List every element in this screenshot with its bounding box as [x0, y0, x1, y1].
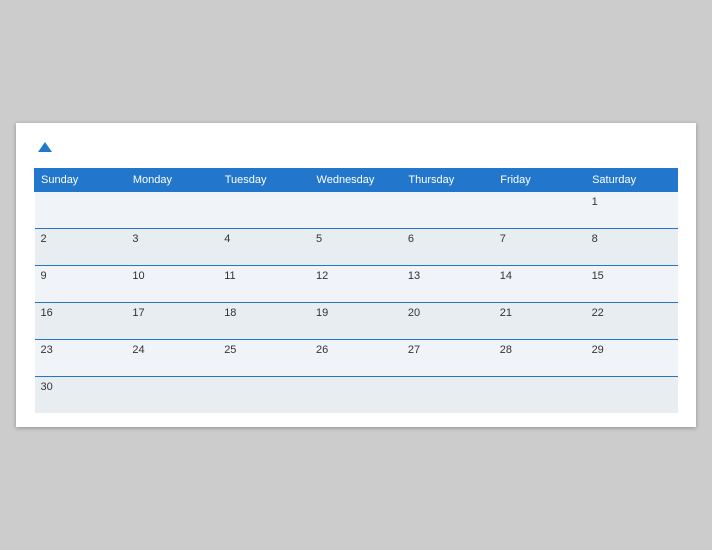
calendar-day-cell: 6 — [402, 229, 494, 266]
day-number: 3 — [132, 233, 138, 245]
calendar-day-cell: 13 — [402, 266, 494, 303]
day-number: 29 — [592, 344, 604, 356]
calendar-grid: SundayMondayTuesdayWednesdayThursdayFrid… — [34, 168, 678, 413]
calendar-body: 1234567891011121314151617181920212223242… — [35, 192, 678, 414]
calendar-day-cell — [35, 192, 127, 229]
logo — [34, 141, 52, 159]
day-number: 19 — [316, 307, 328, 319]
calendar-day-cell: 29 — [586, 340, 678, 377]
calendar-day-cell: 27 — [402, 340, 494, 377]
calendar-day-cell: 25 — [218, 340, 310, 377]
day-number: 17 — [132, 307, 144, 319]
calendar-day-cell: 23 — [35, 340, 127, 377]
day-number: 1 — [592, 196, 598, 208]
calendar-day-cell: 24 — [126, 340, 218, 377]
day-number: 14 — [500, 270, 512, 282]
calendar-day-cell: 30 — [35, 377, 127, 414]
calendar-day-cell: 28 — [494, 340, 586, 377]
calendar-day-cell: 18 — [218, 303, 310, 340]
day-number: 10 — [132, 270, 144, 282]
logo-triangle-icon — [38, 142, 52, 152]
calendar-header-row: SundayMondayTuesdayWednesdayThursdayFrid… — [35, 169, 678, 192]
day-number: 20 — [408, 307, 420, 319]
calendar-week-row: 16 17 18 19 20 21 22 — [35, 303, 678, 340]
calendar-day-cell: 12 — [310, 266, 402, 303]
weekday-header-sunday: Sunday — [35, 169, 127, 192]
day-number: 25 — [224, 344, 236, 356]
calendar-day-cell: 20 — [402, 303, 494, 340]
calendar-day-cell — [126, 192, 218, 229]
day-number: 27 — [408, 344, 420, 356]
weekday-header-friday: Friday — [494, 169, 586, 192]
calendar-week-row: 1 — [35, 192, 678, 229]
logo-general-text — [34, 141, 52, 159]
calendar-day-cell — [126, 377, 218, 414]
day-number: 22 — [592, 307, 604, 319]
day-number: 11 — [224, 270, 235, 282]
calendar-day-cell: 2 — [35, 229, 127, 266]
day-number: 28 — [500, 344, 512, 356]
calendar-week-row: 2 3 4 5 6 7 8 — [35, 229, 678, 266]
calendar-day-cell — [402, 192, 494, 229]
day-number: 9 — [41, 270, 47, 282]
weekday-header-saturday: Saturday — [586, 169, 678, 192]
calendar-day-cell: 16 — [35, 303, 127, 340]
calendar-day-cell: 26 — [310, 340, 402, 377]
weekday-header-monday: Monday — [126, 169, 218, 192]
day-number: 13 — [408, 270, 420, 282]
day-number: 4 — [224, 233, 230, 245]
day-number: 23 — [41, 344, 53, 356]
calendar-day-cell: 9 — [35, 266, 127, 303]
calendar-day-cell — [310, 192, 402, 229]
calendar-day-cell — [402, 377, 494, 414]
day-number: 6 — [408, 233, 414, 245]
calendar-day-cell: 15 — [586, 266, 678, 303]
calendar-day-cell: 22 — [586, 303, 678, 340]
day-number: 2 — [41, 233, 47, 245]
calendar-day-cell: 8 — [586, 229, 678, 266]
calendar-day-cell: 11 — [218, 266, 310, 303]
calendar-week-row: 23 24 25 26 27 28 29 — [35, 340, 678, 377]
day-number: 15 — [592, 270, 604, 282]
day-number: 21 — [500, 307, 512, 319]
calendar-day-cell — [218, 377, 310, 414]
day-number: 8 — [592, 233, 598, 245]
calendar-day-cell: 5 — [310, 229, 402, 266]
day-number: 7 — [500, 233, 506, 245]
day-number: 24 — [132, 344, 144, 356]
weekday-header-row: SundayMondayTuesdayWednesdayThursdayFrid… — [35, 169, 678, 192]
calendar-day-cell — [218, 192, 310, 229]
calendar-container: SundayMondayTuesdayWednesdayThursdayFrid… — [16, 123, 696, 428]
day-number: 18 — [224, 307, 236, 319]
calendar-day-cell — [310, 377, 402, 414]
calendar-day-cell: 1 — [586, 192, 678, 229]
day-number: 26 — [316, 344, 328, 356]
day-number: 16 — [41, 307, 53, 319]
calendar-week-row: 30 — [35, 377, 678, 414]
weekday-header-thursday: Thursday — [402, 169, 494, 192]
day-number: 12 — [316, 270, 328, 282]
weekday-header-wednesday: Wednesday — [310, 169, 402, 192]
calendar-day-cell: 3 — [126, 229, 218, 266]
calendar-day-cell — [494, 377, 586, 414]
calendar-day-cell: 7 — [494, 229, 586, 266]
calendar-day-cell: 19 — [310, 303, 402, 340]
day-number: 5 — [316, 233, 322, 245]
day-number: 30 — [41, 381, 53, 393]
calendar-header — [34, 141, 678, 159]
weekday-header-tuesday: Tuesday — [218, 169, 310, 192]
calendar-day-cell: 17 — [126, 303, 218, 340]
calendar-day-cell — [494, 192, 586, 229]
calendar-week-row: 9 10 11 12 13 14 15 — [35, 266, 678, 303]
calendar-day-cell: 21 — [494, 303, 586, 340]
calendar-day-cell: 14 — [494, 266, 586, 303]
calendar-day-cell: 10 — [126, 266, 218, 303]
calendar-day-cell — [586, 377, 678, 414]
calendar-day-cell: 4 — [218, 229, 310, 266]
